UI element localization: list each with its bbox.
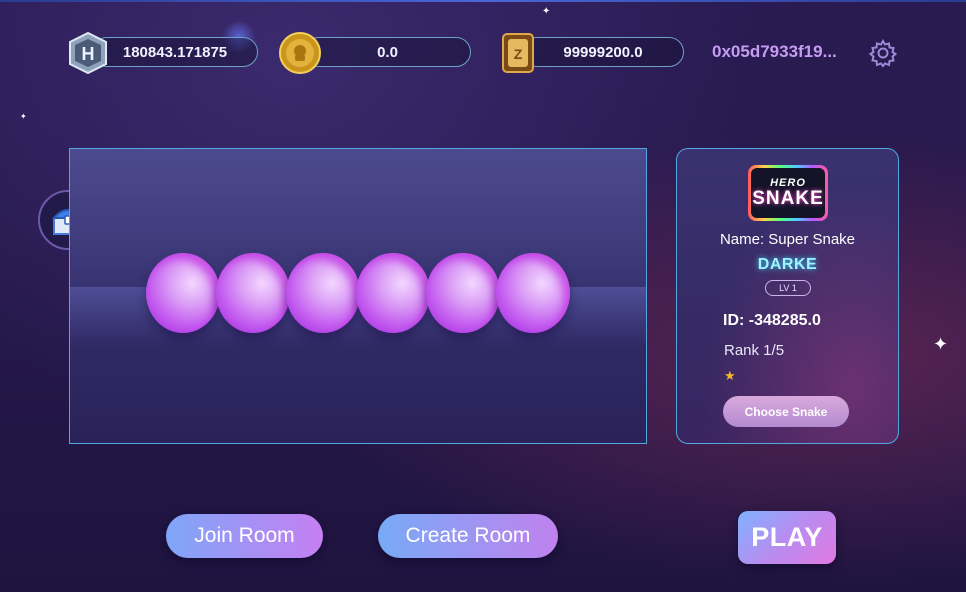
star-icon: ★ <box>724 369 736 384</box>
gold-coin-icon <box>278 31 322 75</box>
logo-line2: SNAKE <box>752 188 824 209</box>
snake-id: ID: -348285.0 <box>723 312 821 329</box>
svg-text:H: H <box>82 44 95 64</box>
snake-segment <box>146 253 220 333</box>
join-room-button[interactable]: Join Room <box>166 514 323 558</box>
hero-token-icon: H <box>66 31 110 75</box>
gold-coin-balance: 0.0 <box>278 32 471 74</box>
hero-token-pill: 180843.171875 <box>92 37 258 67</box>
snake-segment <box>286 253 360 333</box>
hero-token-balance: H 180843.171875 <box>66 31 258 75</box>
svg-text:Z: Z <box>514 46 523 62</box>
snake-rank: Rank 1/5 <box>724 342 785 359</box>
sparkle-icon: ✦ <box>542 6 551 17</box>
snake-info-card: HERO SNAKE Name: Super Snake DARKE LV 1 … <box>676 148 899 444</box>
snake-segment <box>426 253 500 333</box>
ticket-balance: Z 99999200.0 <box>496 33 684 73</box>
snake-segment <box>216 253 290 333</box>
play-button[interactable]: PLAY <box>738 511 836 564</box>
snake-segment <box>356 253 430 333</box>
gold-ticket-icon: Z <box>496 31 540 75</box>
gold-coin-value: 0.0 <box>377 43 398 61</box>
hero-snake-logo: HERO SNAKE <box>748 165 828 221</box>
ticket-pill: 99999200.0 <box>522 37 684 67</box>
gold-coin-pill: 0.0 <box>304 37 471 67</box>
snake-preview-stage <box>69 148 647 444</box>
snake-name: Name: Super Snake <box>719 231 856 248</box>
choose-snake-button[interactable]: Choose Snake <box>723 396 849 427</box>
hero-token-value: 180843.171875 <box>122 43 228 61</box>
sparkle-icon: ✦ <box>20 112 27 121</box>
wallet-address[interactable]: 0x05d7933f19... <box>712 42 837 62</box>
create-room-button[interactable]: Create Room <box>378 514 558 558</box>
snake-tier: DARKE <box>757 256 818 273</box>
ticket-value: 99999200.0 <box>563 43 643 61</box>
level-badge: LV 1 <box>765 280 811 296</box>
gear-icon[interactable] <box>868 38 898 68</box>
snake-head <box>496 253 570 333</box>
top-accent-line <box>0 0 966 2</box>
sparkle-icon: ✦ <box>933 334 949 355</box>
